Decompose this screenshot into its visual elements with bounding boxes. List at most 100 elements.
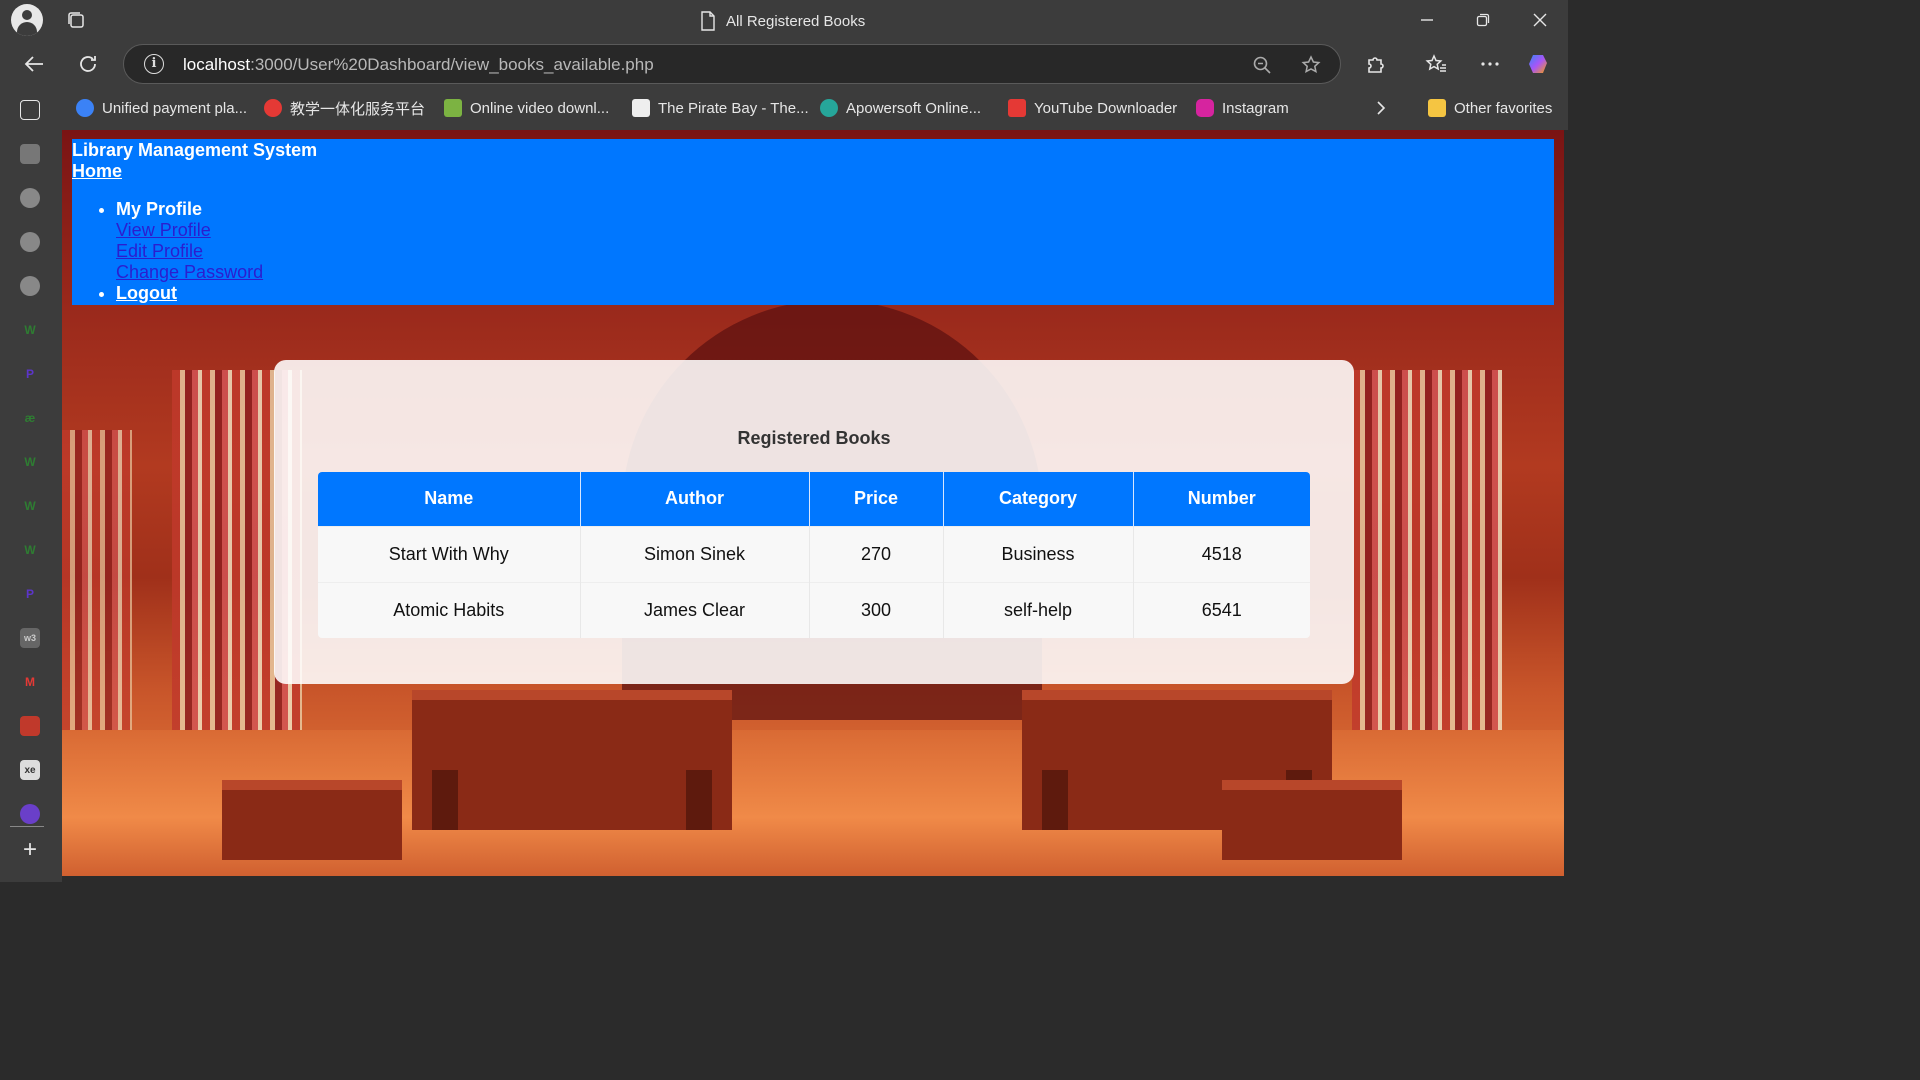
platform-icon: [264, 99, 282, 117]
folder-icon: [1428, 99, 1446, 117]
bookmark-item[interactable]: Unified payment pla...: [76, 97, 247, 119]
bookmark-item[interactable]: YouTube Downloader: [1008, 97, 1177, 119]
more-button[interactable]: [1476, 50, 1504, 78]
restore-icon: [1476, 13, 1490, 27]
view-profile-link[interactable]: View Profile: [116, 220, 263, 241]
extensions-button[interactable]: [1362, 50, 1390, 78]
instagram-icon: [1196, 99, 1214, 117]
edit-profile-link[interactable]: Edit Profile: [116, 241, 263, 262]
youtube-icon: [1008, 99, 1026, 117]
desk-left: [412, 690, 732, 830]
bookmark-item[interactable]: Apowersoft Online...: [820, 97, 981, 119]
site-brand: Library Management System: [72, 140, 318, 160]
cell-name: Start With Why: [318, 525, 581, 582]
apowersoft-icon: [820, 99, 838, 117]
page-icon: [701, 11, 715, 31]
gmail-icon[interactable]: M: [20, 672, 40, 692]
minimize-icon: [1421, 19, 1433, 21]
page-title: Registered Books: [737, 428, 891, 448]
github-icon[interactable]: [20, 188, 40, 208]
tab-actions-icon[interactable]: [66, 10, 86, 30]
bookmark-item[interactable]: Online video downl...: [444, 97, 609, 119]
github-icon[interactable]: [20, 276, 40, 296]
github-icon[interactable]: [20, 232, 40, 252]
close-icon: [1533, 13, 1547, 27]
url-text[interactable]: localhost:3000/User%20Dashboard/view_boo…: [183, 55, 654, 75]
download-icon: [444, 99, 462, 117]
app-icon[interactable]: P: [20, 364, 40, 384]
cell-author: James Clear: [580, 581, 810, 638]
cell-category: Business: [943, 525, 1134, 582]
app-icon[interactable]: P: [20, 584, 40, 604]
site-info-icon[interactable]: i: [144, 54, 164, 74]
xe-icon[interactable]: xe: [20, 760, 40, 780]
bench-left: [222, 780, 402, 860]
minimize-button[interactable]: [1415, 8, 1439, 32]
app-icon[interactable]: [20, 144, 40, 164]
column-header-name: Name: [318, 472, 581, 526]
profile-avatar-icon[interactable]: [11, 4, 43, 36]
bookmark-label: YouTube Downloader: [1034, 99, 1178, 117]
url-path: :3000/User%20Dashboard/view_books_availa…: [250, 55, 654, 74]
favorites-button[interactable]: [1422, 50, 1450, 78]
window-title: All Registered Books: [700, 10, 865, 32]
refresh-icon: [80, 56, 96, 72]
home-link[interactable]: Home: [72, 161, 122, 182]
books-table: Name Author Price Category Number Start …: [318, 472, 1310, 638]
navigation-bar: i localhost:3000/User%20Dashboard/view_b…: [0, 42, 1568, 86]
w-icon[interactable]: W: [20, 452, 40, 472]
bookmark-label: Apowersoft Online...: [846, 99, 982, 117]
title-bar: All Registered Books: [0, 0, 1568, 42]
sidebar-toggle-icon[interactable]: [20, 100, 40, 120]
refresh-button[interactable]: [74, 50, 102, 78]
puzzle-icon: [1368, 57, 1384, 73]
bookmark-label: Online video downl...: [470, 99, 610, 117]
address-bar[interactable]: i localhost:3000/User%20Dashboard/view_b…: [123, 44, 1341, 84]
logout-link[interactable]: Logout: [116, 283, 177, 303]
close-button[interactable]: [1528, 8, 1552, 32]
my-profile-label[interactable]: My Profile: [116, 199, 202, 219]
bookmarks-overflow-button[interactable]: [1374, 97, 1388, 119]
w3-icon[interactable]: w3: [20, 628, 40, 648]
w-icon[interactable]: W: [20, 320, 40, 340]
table-row: Start With Why Simon Sinek 270 Business …: [318, 525, 1310, 582]
app-icon[interactable]: [20, 804, 40, 824]
table-header-row: Name Author Price Category Number: [318, 472, 1310, 526]
cell-price: 300: [809, 581, 944, 638]
more-dots-icon: [1481, 62, 1499, 66]
bookmark-label: 教学一体化服务平台: [290, 100, 426, 118]
restore-button[interactable]: [1471, 8, 1495, 32]
cell-author: Simon Sinek: [580, 525, 810, 582]
column-header-author: Author: [580, 472, 810, 526]
w-icon[interactable]: W: [20, 496, 40, 516]
bookmarks-bar: Unified payment pla... 教学一体化服务平台 Online …: [62, 86, 1568, 130]
column-header-price: Price: [809, 472, 944, 526]
back-button[interactable]: [20, 50, 48, 78]
bench-right: [1222, 780, 1402, 860]
favorite-star-icon[interactable]: [1301, 55, 1321, 75]
nav-item-my-profile[interactable]: My Profile View Profile Edit Profile Cha…: [116, 199, 263, 283]
cell-number: 6541: [1133, 581, 1310, 638]
other-favorites-label: Other favorites: [1454, 99, 1553, 117]
page-viewport: Library Management System Home My Profil…: [62, 130, 1564, 876]
cell-price: 270: [809, 525, 944, 582]
cell-number: 4518: [1133, 525, 1310, 582]
bookmark-item[interactable]: The Pirate Bay - The...: [632, 97, 809, 119]
bookmark-item[interactable]: Instagram: [1196, 97, 1289, 119]
change-password-link[interactable]: Change Password: [116, 262, 263, 283]
favorites-icon: [1425, 54, 1446, 72]
w-icon[interactable]: W: [20, 540, 40, 560]
bookshelf-right: [1352, 370, 1502, 750]
profile-submenu: View Profile Edit Profile Change Passwor…: [116, 220, 263, 283]
copilot-button[interactable]: [1526, 50, 1554, 78]
add-icon[interactable]: +: [20, 836, 40, 863]
app-icon[interactable]: [20, 716, 40, 736]
app-icon[interactable]: æ: [20, 408, 40, 428]
zoom-icon[interactable]: [1252, 55, 1272, 75]
copilot-icon: [1529, 55, 1547, 73]
books-card: Registered Books Name Author Price Categ…: [274, 360, 1354, 684]
bookmark-item[interactable]: 教学一体化服务平台: [264, 97, 425, 119]
payment-icon: [76, 99, 94, 117]
other-favorites-folder[interactable]: Other favorites: [1428, 97, 1552, 119]
nav-item-logout[interactable]: Logout: [116, 283, 263, 304]
